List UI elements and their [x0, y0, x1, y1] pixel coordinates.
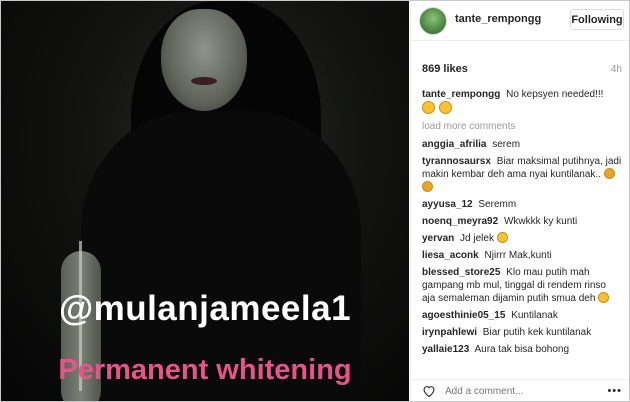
comment-text: Wkwkkk ky kunti — [503, 216, 578, 227]
comment-item: tyrannosaursx Biar maksimal putihnya, ja… — [422, 155, 622, 194]
comment-text: Biar putih kek kuntilanak — [482, 327, 592, 338]
comment-username[interactable]: noenq_meyra92 — [422, 216, 498, 227]
comment-item: liesa_aconk Njirrr Mak,kunti — [422, 249, 622, 262]
comment-username[interactable]: blessed_store25 — [422, 267, 500, 278]
caption: tante_rempongg No kepsyen needed!!! — [422, 88, 622, 116]
comment-text: serem — [492, 139, 521, 150]
grinning-emoji-icon — [496, 232, 508, 243]
grinning-emoji-icon — [438, 101, 452, 114]
comment-username[interactable]: agoesthinie05_15 — [422, 310, 505, 321]
caption-text: No kepsyen needed!!! — [506, 89, 604, 100]
photo-face — [161, 9, 247, 111]
grinning-emoji-icon — [598, 292, 610, 303]
comment-username[interactable]: liesa_aconk — [422, 250, 479, 261]
comment-item: agoesthinie05_15 Kuntilanak — [422, 309, 622, 322]
more-options-icon[interactable]: ••• — [607, 385, 622, 397]
comment-item: anggia_afrilia serem — [422, 138, 622, 151]
instagram-post-embed: @mulanjameela1 Permanent whitening tante… — [0, 0, 630, 402]
comment-item: ayyusa_12 Seremm — [422, 198, 622, 211]
comment-text: Aura tak bisa bohong — [474, 344, 570, 355]
comment-username[interactable]: anggia_afrilia — [422, 139, 486, 150]
grinning-emoji-icon — [603, 168, 615, 179]
comment-username[interactable]: ayyusa_12 — [422, 199, 473, 210]
grinning-emoji-icon — [422, 181, 433, 192]
comment-text: Njirrr Mak,kunti — [484, 250, 552, 261]
post-footer: ••• — [411, 379, 629, 401]
comment-item: noenq_meyra92 Wkwkkk ky kunti — [422, 215, 622, 228]
comment-item: irynpahlewi Biar putih kek kuntilanak — [422, 326, 622, 339]
comment-item: yallaie123 Aura tak bisa bohong — [422, 343, 622, 356]
caption-username[interactable]: tante_rempongg — [422, 89, 500, 100]
comment-list: tante_rempongg No kepsyen needed!!! load… — [422, 88, 622, 360]
post-side-panel: tante_rempongg Following 869 likes 4h ta… — [410, 1, 629, 401]
comment-username[interactable]: yervan — [422, 233, 454, 244]
header-username[interactable]: tante_rempongg — [455, 13, 541, 25]
likes-count[interactable]: 869 likes — [422, 63, 468, 75]
comment-text: Kuntilanak — [511, 310, 558, 321]
photo-overlay-tag: @mulanjameela1 — [58, 289, 352, 328]
comment-text: Seremm — [478, 199, 517, 210]
photo-overlay-caption: Permanent whitening — [58, 354, 352, 386]
post-photo[interactable]: @mulanjameela1 Permanent whitening — [1, 1, 409, 401]
comment-input[interactable] — [445, 383, 605, 399]
comment-text: Jd jelek — [460, 233, 494, 244]
heart-icon[interactable] — [422, 385, 436, 397]
load-more-comments-link[interactable]: load more comments — [422, 120, 622, 133]
comment-username[interactable]: irynpahlewi — [422, 327, 477, 338]
comment-username[interactable]: yallaie123 — [422, 344, 469, 355]
comment-item: yervan Jd jelek — [422, 232, 622, 245]
following-button[interactable]: Following — [570, 9, 624, 30]
photo-lips — [191, 77, 217, 85]
post-header: tante_rempongg Following — [411, 1, 629, 41]
post-time: 4h — [610, 64, 622, 75]
comment-username[interactable]: tyrannosaursx — [422, 156, 491, 167]
avatar[interactable] — [419, 7, 447, 35]
grinning-emoji-icon — [422, 101, 435, 114]
comment-item: blessed_store25 Klo mau putih mah gampan… — [422, 266, 622, 305]
